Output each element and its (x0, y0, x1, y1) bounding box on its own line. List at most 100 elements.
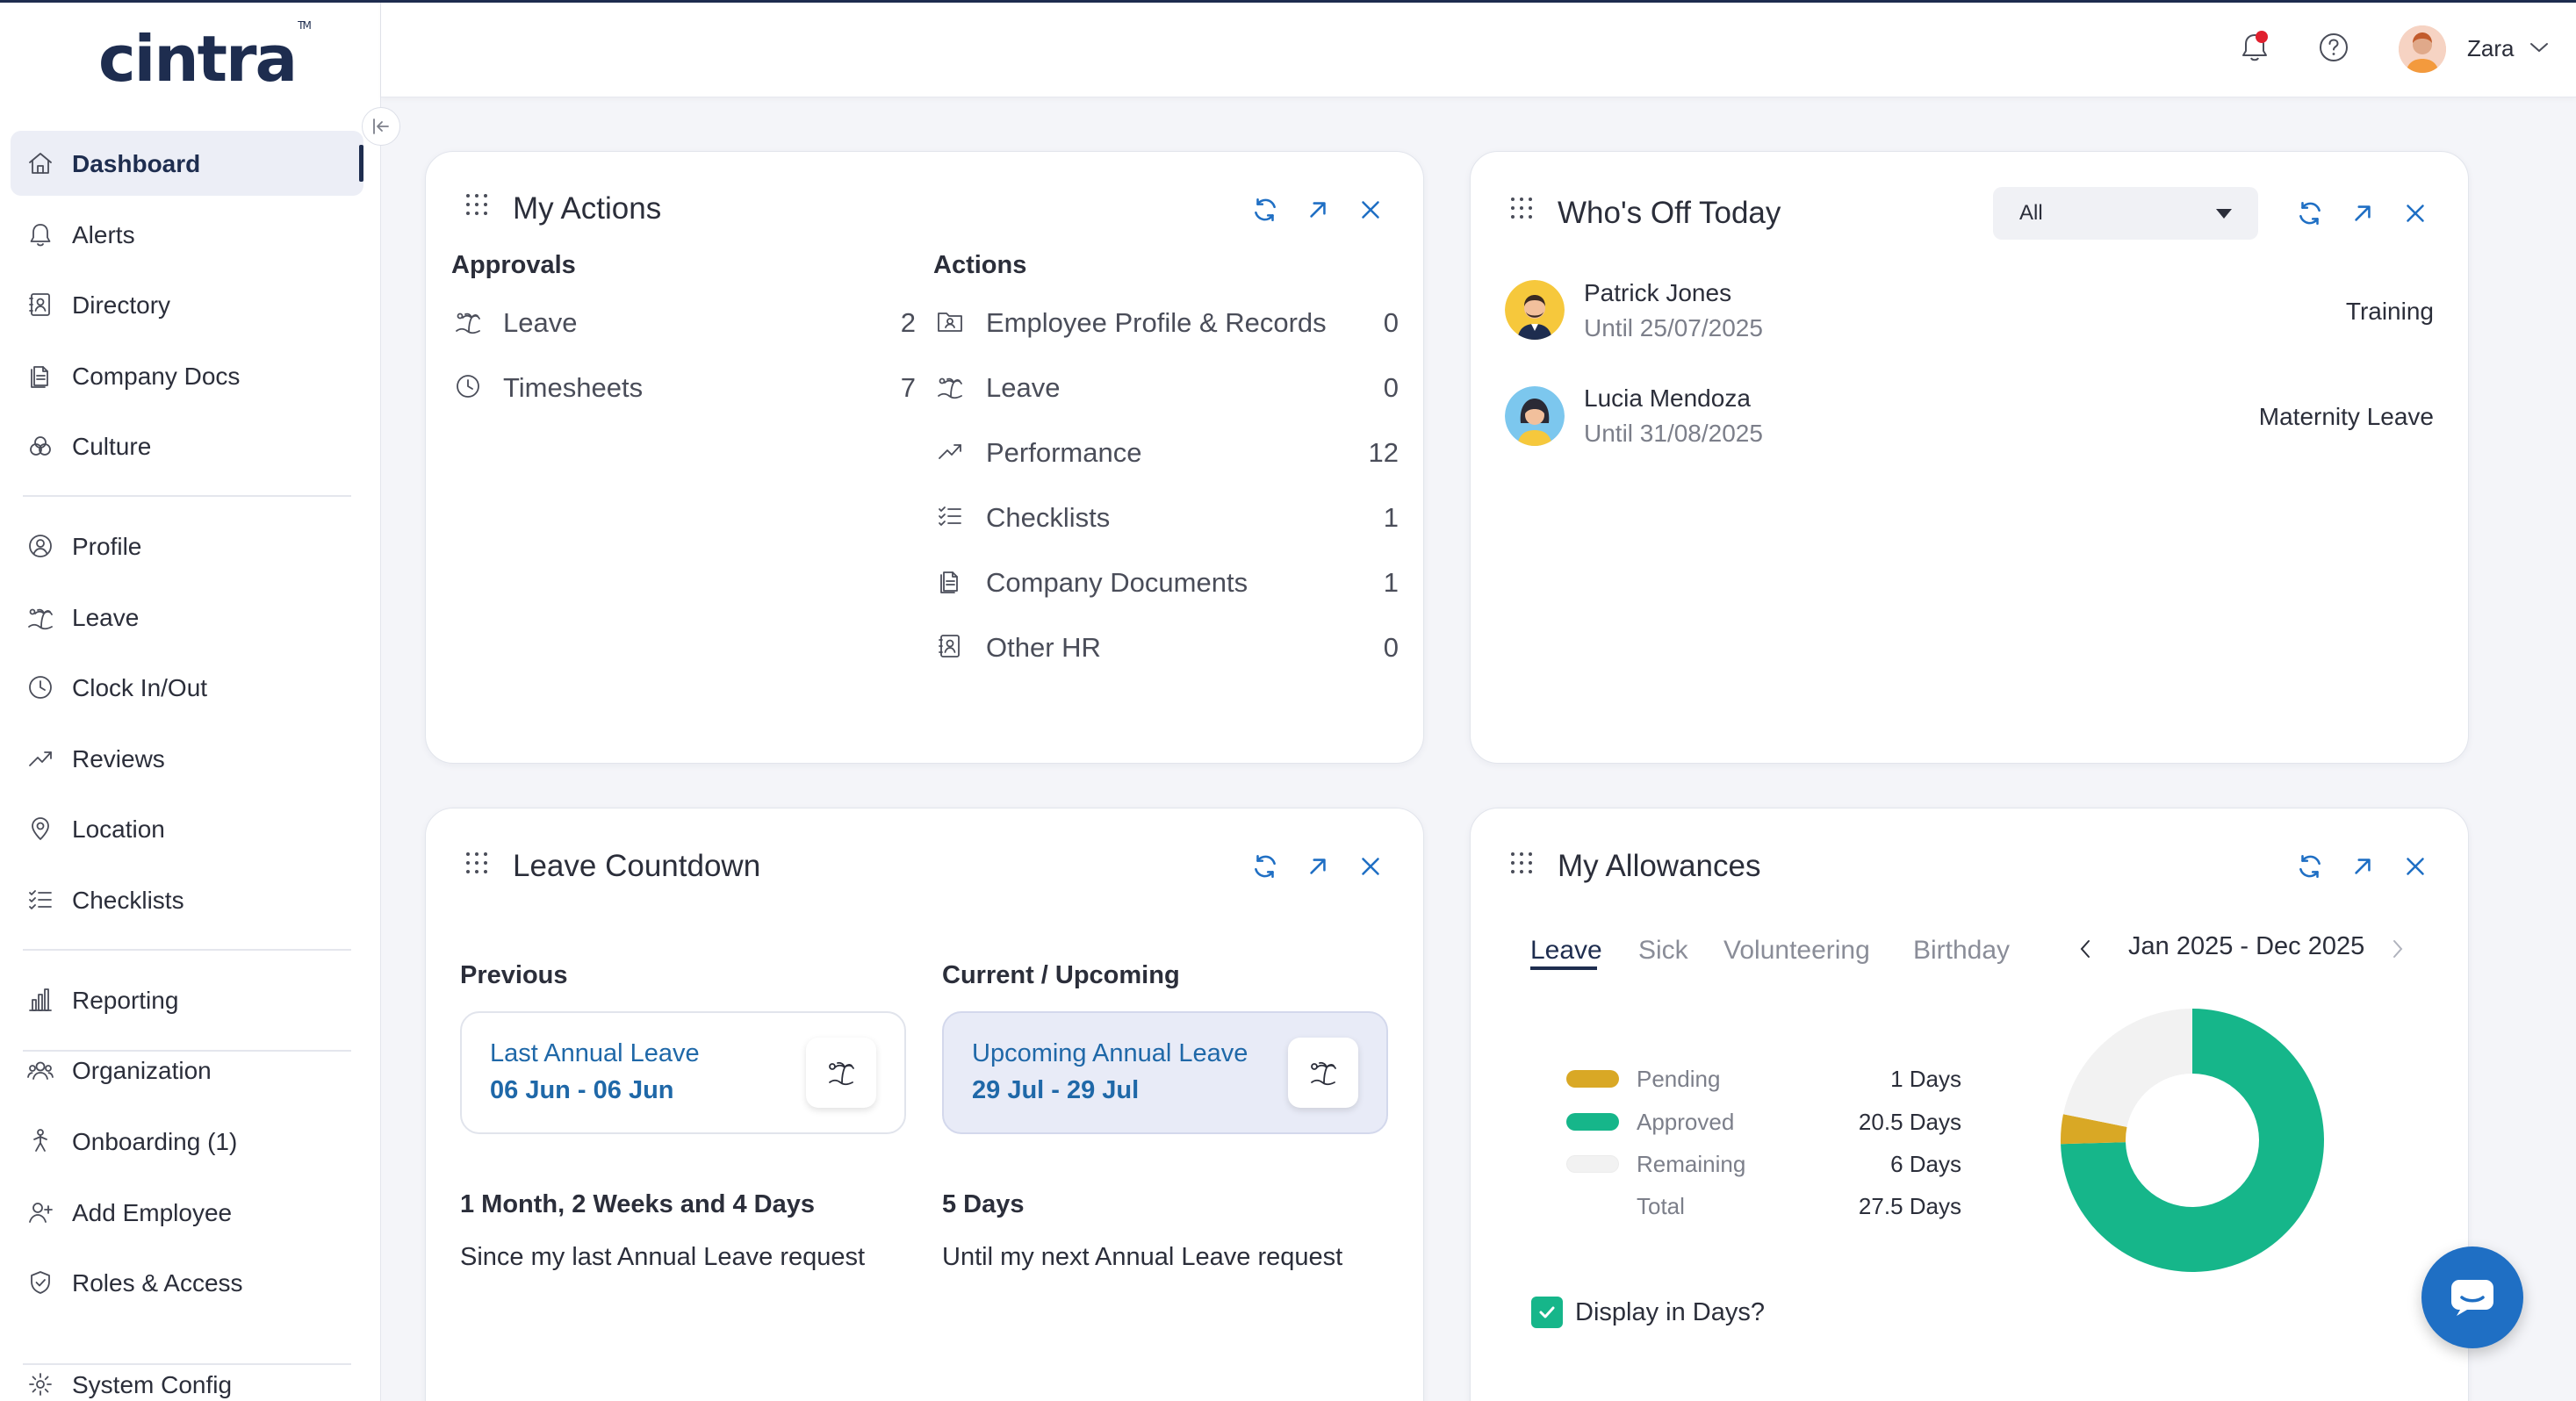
expand-icon (2355, 859, 2371, 874)
action-row-label[interactable]: Leave (986, 372, 1060, 404)
sidebar-item-profile[interactable]: Profile (11, 514, 363, 578)
user-avatar[interactable] (2399, 25, 2446, 73)
action-row-count[interactable]: 7 (863, 372, 916, 404)
until-next-duration: 5 Days (942, 1190, 1025, 1218)
sidebar-item-company-docs[interactable]: Company Docs (11, 343, 363, 408)
help-button[interactable] (2314, 28, 2353, 67)
chat-button[interactable] (2421, 1247, 2523, 1348)
bar-chart-icon (25, 984, 56, 1016)
whos-off-title: Who's Off Today (1558, 196, 1781, 230)
action-row-label[interactable]: Performance (986, 437, 1141, 469)
sidebar-item-leave[interactable]: Leave (11, 585, 363, 650)
action-row-count[interactable]: 0 (1346, 372, 1399, 404)
tab-birthday[interactable]: Birthday (1913, 936, 2010, 966)
action-row-count[interactable]: 12 (1346, 437, 1399, 469)
action-row-label[interactable]: Employee Profile & Records (986, 307, 1327, 339)
expand-button[interactable] (2345, 196, 2380, 231)
refresh-button[interactable] (2292, 196, 2328, 231)
username[interactable]: Zara (2467, 35, 2514, 62)
last-leave-box[interactable]: Last Annual Leave 06 Jun - 06 Jun (460, 1011, 906, 1134)
sidebar-item-dashboard[interactable]: Dashboard (11, 131, 363, 196)
action-row-label[interactable]: Timesheets (503, 372, 643, 404)
close-button[interactable] (2398, 196, 2433, 231)
expand-icon (1310, 202, 1326, 218)
active-tab-indicator (1530, 966, 1597, 970)
donut-slice-remaining[interactable] (2062, 1009, 2192, 1127)
drag-handle-icon[interactable] (464, 850, 490, 876)
sidebar-item-alerts[interactable]: Alerts (11, 202, 363, 267)
refresh-button[interactable] (2292, 849, 2328, 884)
sidebar-item-culture[interactable]: Culture (11, 413, 363, 478)
sidebar-item-label: Checklists (72, 887, 184, 914)
sidebar-divider (23, 1363, 351, 1365)
action-row-count[interactable]: 0 (1346, 307, 1399, 339)
action-row-label[interactable]: Leave (503, 307, 577, 339)
close-button[interactable] (1353, 192, 1388, 227)
refresh-icon (1255, 855, 1276, 878)
tab-volunteering[interactable]: Volunteering (1723, 936, 1870, 966)
sidebar-item-organization[interactable]: Organization (11, 1038, 363, 1103)
display-in-days-label[interactable]: Display in Days? (1575, 1298, 1765, 1327)
sidebar-item-system-config[interactable]: System Config (11, 1352, 363, 1401)
expand-button[interactable] (1300, 192, 1335, 227)
upcoming-leave-box[interactable]: Upcoming Annual Leave 29 Jul - 29 Jul (942, 1011, 1388, 1134)
expand-button[interactable] (2345, 849, 2380, 884)
action-row-label[interactable]: Checklists (986, 502, 1110, 534)
collapse-sidebar-button[interactable] (362, 107, 400, 146)
expand-button[interactable] (1300, 849, 1335, 884)
legend-swatch-approved (1566, 1113, 1619, 1131)
sidebar-divider (23, 949, 351, 951)
user-circle-icon (25, 530, 56, 562)
sidebar-item-reviews[interactable]: Reviews (11, 726, 363, 791)
refresh-icon (2299, 855, 2321, 878)
sidebar-item-onboarding-1[interactable]: Onboarding (1) (11, 1109, 363, 1174)
island-icon-button[interactable] (1288, 1038, 1358, 1108)
sidebar-item-location[interactable]: Location (11, 796, 363, 861)
close-icon (2407, 205, 2424, 222)
chevron-down-icon[interactable] (2529, 39, 2550, 56)
refresh-button[interactable] (1248, 192, 1283, 227)
whos-off-filter-select[interactable]: All (1993, 187, 2258, 240)
action-row-count[interactable]: 2 (863, 307, 916, 339)
sidebar-item-clock-in-out[interactable]: Clock In/Out (11, 655, 363, 720)
profile-records-icon (933, 305, 967, 338)
drag-handle-icon[interactable] (1508, 850, 1535, 876)
action-row-count[interactable]: 1 (1346, 567, 1399, 599)
action-row-count[interactable]: 1 (1346, 502, 1399, 534)
refresh-button[interactable] (1248, 849, 1283, 884)
drag-handle-icon[interactable] (464, 191, 490, 218)
filter-value: All (2019, 201, 2043, 225)
sidebar-item-reporting[interactable]: Reporting (11, 967, 363, 1032)
approvals-heading: Approvals (451, 251, 576, 279)
close-button[interactable] (1353, 849, 1388, 884)
action-row-label[interactable]: Other HR (986, 632, 1101, 664)
bell-icon (2242, 31, 2268, 61)
close-button[interactable] (2398, 849, 2433, 884)
island-icon-button[interactable] (806, 1038, 876, 1108)
island-icon (829, 1061, 854, 1086)
sidebar-item-directory[interactable]: Directory (11, 272, 363, 337)
sidebar-item-add-employee[interactable]: Add Employee (11, 1180, 363, 1245)
chevron-right-icon[interactable] (2388, 936, 2407, 962)
sidebar-item-checklists[interactable]: Checklists (11, 867, 363, 932)
home-icon (25, 147, 56, 179)
display-in-days-checkbox[interactable] (1531, 1297, 1563, 1328)
shield-icon (25, 1267, 56, 1298)
legend-label-total: Total (1637, 1193, 1685, 1219)
expand-icon (1310, 859, 1326, 874)
legend-label-approved: Approved (1637, 1109, 1735, 1135)
sidebar-item-label: Reviews (72, 745, 165, 772)
action-row-label[interactable]: Company Documents (986, 567, 1248, 599)
off-person-name: Patrick Jones (1584, 279, 1732, 306)
tab-sick[interactable]: Sick (1638, 936, 1688, 966)
sidebar-item-roles-access[interactable]: Roles & Access (11, 1250, 363, 1315)
sidebar-item-label: Profile (72, 533, 142, 560)
tab-leave[interactable]: Leave (1530, 936, 1602, 966)
chevron-left-icon[interactable] (2076, 936, 2095, 962)
notification-dot (2256, 31, 2268, 43)
action-row-count[interactable]: 0 (1346, 632, 1399, 664)
team-icon (25, 1054, 56, 1086)
sidebar-item-label: Clock In/Out (72, 674, 208, 701)
notifications-button[interactable] (2235, 28, 2274, 67)
drag-handle-icon[interactable] (1508, 195, 1535, 221)
